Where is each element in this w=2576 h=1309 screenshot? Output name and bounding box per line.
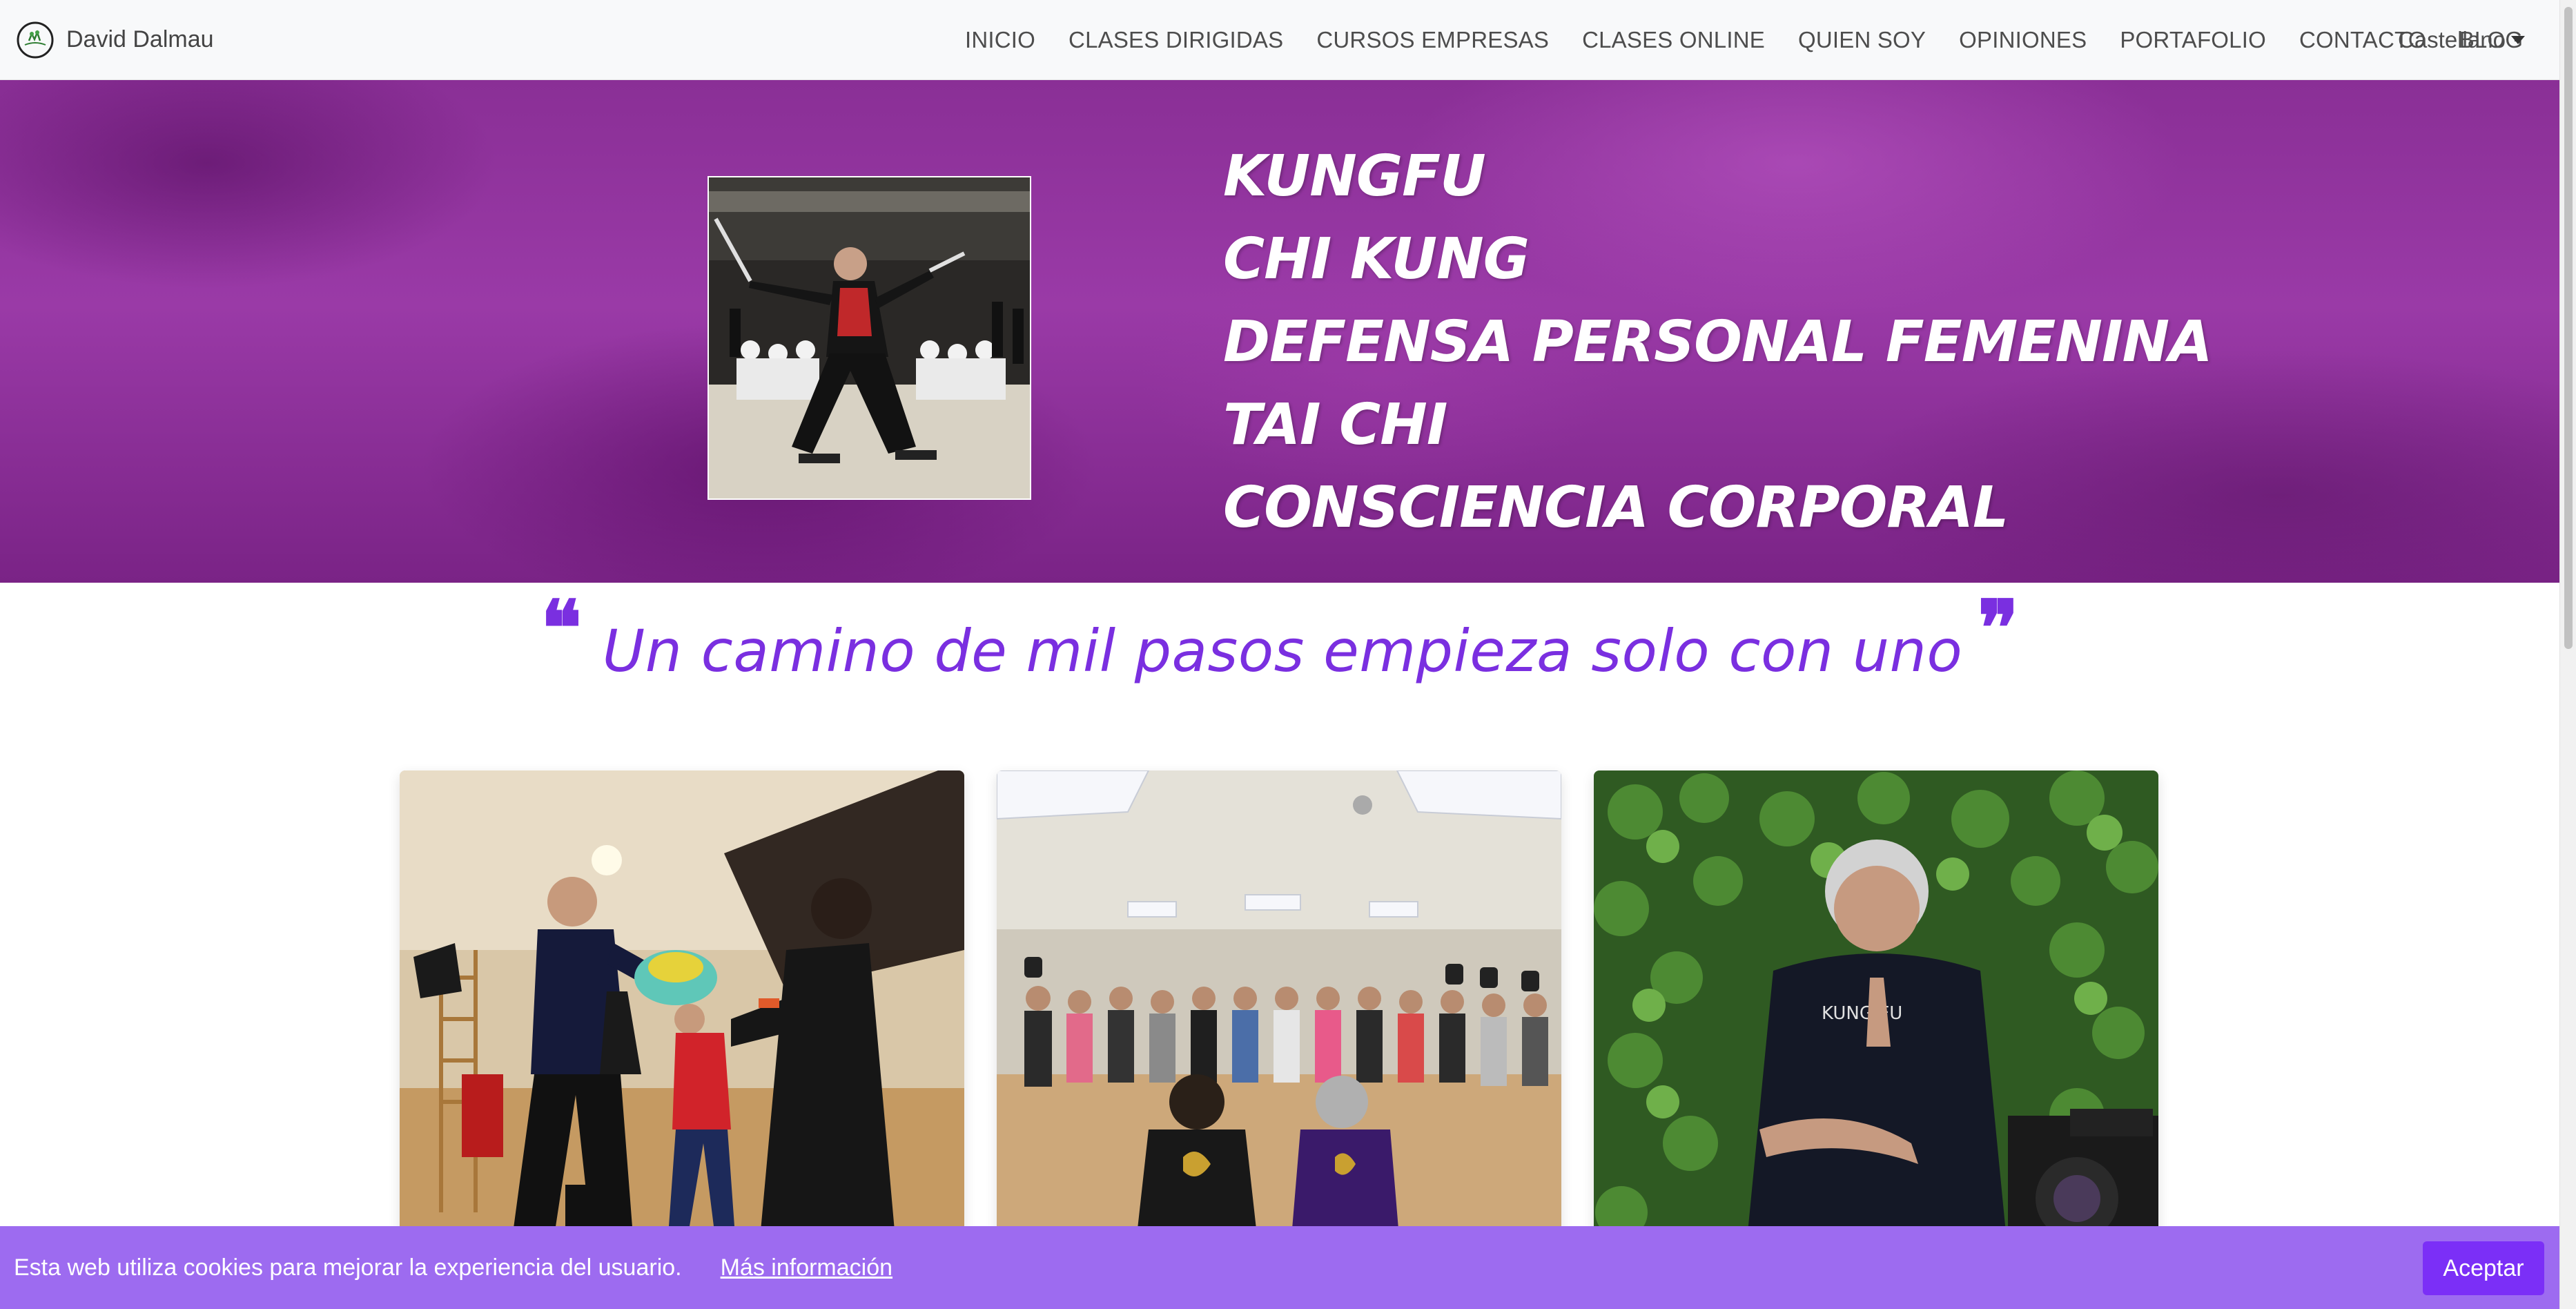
brand-name: David Dalmau <box>66 26 214 52</box>
discipline-kungfu: KUNGFU <box>1223 144 1486 209</box>
quote-section: ❝ Un camino de mil pasos empieza solo co… <box>0 583 2559 686</box>
brand-link[interactable]: David Dalmau <box>15 20 214 60</box>
more-info-link[interactable]: Más información <box>721 1254 892 1281</box>
language-label: Castellano <box>2398 27 2506 52</box>
svg-text:KUNG FU: KUNG FU <box>1822 1003 1902 1024</box>
cookie-message: Esta web utiliza cookies para mejorar la… <box>14 1254 682 1281</box>
page-scrollbar[interactable] <box>2559 0 2576 1309</box>
caret-down-icon <box>2510 36 2525 44</box>
tree-circle-logo-icon <box>17 21 54 58</box>
disciplines-list: KUNGFU CHI KUNG DEFENSA PERSONAL FEMENIN… <box>1223 135 2213 550</box>
discipline-consciencia-corporal: CONSCIENCIA CORPORAL <box>1223 475 2009 541</box>
scrollbar-thumb[interactable] <box>2564 7 2573 649</box>
language-dropdown[interactable]: Castellano <box>2398 0 2525 80</box>
open-quote-icon: ❝ <box>540 583 582 672</box>
card-kungfu-training[interactable] <box>400 770 964 1254</box>
cookie-banner: Esta web utiliza cookies para mejorar la… <box>0 1226 2559 1309</box>
kungfu-sword-photo <box>708 176 1031 500</box>
nav-clases-dirigidas[interactable]: CLASES DIRIGIDAS <box>1069 27 1283 53</box>
discipline-chi-kung: CHI KUNG <box>1223 226 1530 292</box>
group-class-photo <box>997 770 1561 1254</box>
close-quote-icon: ❞ <box>1978 583 2019 672</box>
nav-inicio[interactable]: INICIO <box>965 27 1035 53</box>
main-nav: INICIO CLASES DIRIGIDAS CURSOS EMPRESAS … <box>965 0 2556 80</box>
nav-cursos-empresas[interactable]: CURSOS EMPRESAS <box>1316 27 1549 53</box>
nav-opiniones[interactable]: OPINIONES <box>1959 27 2087 53</box>
kungfu-training-photo <box>400 770 964 1254</box>
accept-cookies-button[interactable]: Aceptar <box>2423 1241 2544 1295</box>
card-group-class[interactable] <box>997 770 1561 1254</box>
nav-quien-soy[interactable]: QUIEN SOY <box>1798 27 1926 53</box>
card-tai-chi[interactable]: KUNG FU <box>1594 770 2158 1254</box>
tai-chi-photo: KUNG FU <box>1594 770 2158 1254</box>
discipline-tai-chi: TAI CHI <box>1223 392 1447 458</box>
nav-clases-online[interactable]: CLASES ONLINE <box>1582 27 1765 53</box>
top-navbar: David Dalmau INICIO CLASES DIRIGIDAS CUR… <box>0 0 2559 80</box>
discipline-defensa-personal: DEFENSA PERSONAL FEMENINA <box>1223 309 2213 375</box>
quote-text: Un camino de mil pasos empieza solo con … <box>602 617 1963 685</box>
hero-banner: KUNGFU CHI KUNG DEFENSA PERSONAL FEMENIN… <box>0 80 2559 583</box>
nav-portafolio[interactable]: PORTAFOLIO <box>2120 27 2266 53</box>
